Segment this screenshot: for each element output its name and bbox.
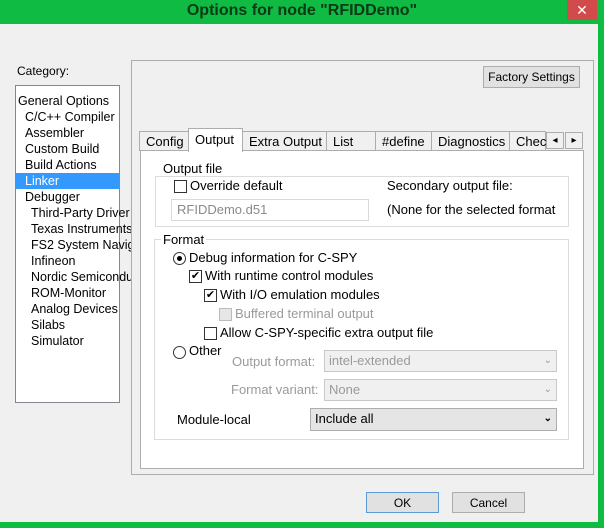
output-format-value: intel-extended [329, 353, 411, 368]
chevron-down-icon: ⌄ [543, 355, 552, 366]
category-item[interactable]: Build Actions [16, 157, 119, 173]
category-item[interactable]: Custom Build [16, 141, 119, 157]
window-title: Options for node "RFIDDemo" [186, 2, 418, 19]
close-button[interactable]: ✕ [567, 0, 597, 20]
chevron-down-icon: ⌄ [543, 413, 552, 424]
category-item[interactable]: Simulator [16, 333, 119, 349]
override-default-checkbox[interactable] [174, 180, 187, 193]
tab-config[interactable]: Config [139, 131, 189, 151]
category-tree[interactable]: General Options C/C++ Compiler Assembler Cu… [15, 85, 141, 403]
buffered-output-label: Buffered terminal output [235, 306, 374, 321]
io-emulation-label: With I/O emulation modules [220, 287, 380, 302]
allow-extra-output-label: Allow C-SPY-specific extra output file [220, 325, 434, 340]
ok-button[interactable]: OK [366, 492, 439, 513]
tab-scroll-left-icon[interactable]: ◂ [546, 132, 564, 149]
chevron-down-icon: ⌄ [543, 384, 552, 395]
override-default-label: Override default [190, 178, 283, 193]
other-label: Other [189, 343, 222, 358]
module-local-select[interactable]: Include all ⌄ [310, 408, 557, 431]
category-item[interactable]: Assembler [16, 125, 119, 141]
category-item[interactable]: Texas Instruments [16, 221, 132, 237]
category-label: Category: [17, 64, 70, 78]
category-item[interactable]: ROM-Monitor [16, 285, 119, 301]
output-format-label: Output format: [232, 354, 316, 369]
format-variant-label: Format variant: [231, 382, 319, 397]
other-radio[interactable] [173, 346, 186, 359]
tab-checl[interactable]: Checl [509, 131, 549, 151]
module-local-value: Include all [315, 411, 374, 426]
tab-extraoutput[interactable]: Extra Output [242, 131, 327, 151]
category-item[interactable]: Nordic Semiconduc [16, 269, 139, 285]
tab-define[interactable]: #define [375, 131, 432, 151]
tab-diagnostics[interactable]: Diagnostics [431, 131, 510, 151]
runtime-modules-checkbox[interactable]: ✔ [189, 270, 202, 283]
debug-info-radio[interactable] [173, 252, 186, 265]
secondary-output-label: Secondary output file: [387, 178, 513, 193]
runtime-modules-label: With runtime control modules [205, 268, 374, 283]
category-item[interactable]: FS2 System Naviga [16, 237, 141, 253]
output-format-select[interactable]: intel-extended ⌄ [324, 350, 557, 372]
output-filename-input[interactable]: RFIDDemo.d51 [171, 199, 369, 221]
format-variant-value: None [329, 382, 361, 397]
io-emulation-checkbox[interactable]: ✔ [204, 289, 217, 302]
cancel-button[interactable]: Cancel [452, 492, 525, 513]
output-file-group-label: Output file [161, 161, 225, 176]
tab-scroll-right-icon[interactable]: ▸ [565, 132, 583, 149]
category-item[interactable]: Linker [16, 173, 119, 189]
category-item[interactable]: Analog Devices [16, 301, 119, 317]
tab-output[interactable]: Output [188, 128, 243, 152]
debug-info-label: Debug information for C-SPY [189, 250, 358, 265]
buffered-output-checkbox[interactable] [219, 308, 232, 321]
format-group-label: Format [161, 232, 207, 247]
category-item[interactable]: C/C++ Compiler [16, 109, 119, 125]
factory-settings-button[interactable]: Factory Settings [483, 66, 580, 88]
allow-extra-output-checkbox[interactable] [204, 327, 217, 340]
category-item[interactable]: Infineon [16, 253, 119, 269]
module-local-label: Module-local [177, 412, 251, 427]
category-item[interactable]: Third-Party Driver [16, 205, 130, 221]
secondary-output-value: (None for the selected format [387, 202, 556, 217]
category-item[interactable]: General Options [16, 93, 119, 109]
tab-list[interactable]: List [326, 131, 376, 151]
category-item[interactable]: Debugger [16, 189, 119, 205]
format-variant-select[interactable]: None ⌄ [324, 379, 557, 401]
category-item[interactable]: Silabs [16, 317, 119, 333]
